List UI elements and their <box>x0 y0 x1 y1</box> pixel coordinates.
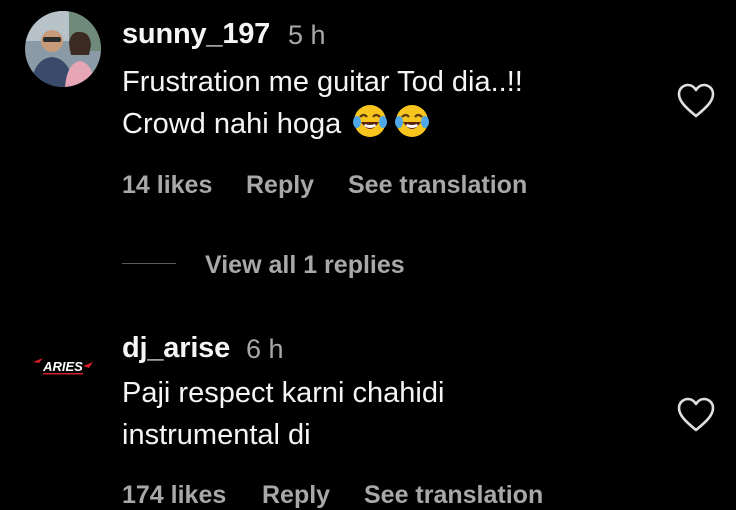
reply-button[interactable]: Reply <box>246 171 314 200</box>
avatar-logo-text: ARIES <box>42 359 83 374</box>
avatar[interactable]: ARIES <box>25 330 101 406</box>
replies-divider <box>122 263 176 264</box>
comment-text-line: Frustration me guitar Tod dia..!! <box>122 66 523 98</box>
timestamp: 6 h <box>246 334 284 364</box>
comment-text: Frustration me guitar Tod dia..!! Crowd … <box>122 61 523 145</box>
tears-of-joy-emoji-icon <box>395 105 430 137</box>
avatar[interactable] <box>25 11 101 87</box>
tears-of-joy-emoji-icon <box>353 105 388 137</box>
comment-text-line-2: Crowd nahi hoga <box>122 103 523 145</box>
comment-text: Paji respect karni chahidi instrumental … <box>122 372 444 456</box>
see-translation-button[interactable]: See translation <box>348 171 527 200</box>
like-count[interactable]: 14 likes <box>122 171 212 200</box>
timestamp: 5 h <box>288 20 326 50</box>
username[interactable]: sunny_197 <box>122 18 270 51</box>
avatar-photo-icon <box>25 11 101 87</box>
aries-logo-icon: ARIES <box>25 330 101 406</box>
heart-like-icon[interactable] <box>677 83 715 119</box>
comment-text-line: instrumental di <box>122 419 311 451</box>
view-replies-button[interactable]: View all 1 replies <box>205 251 405 280</box>
comment-text-line: Crowd nahi hoga <box>122 108 342 140</box>
comment-text-line: Paji respect karni chahidi <box>122 377 445 409</box>
heart-like-icon[interactable] <box>677 397 715 433</box>
username[interactable]: dj_arise <box>122 332 230 365</box>
